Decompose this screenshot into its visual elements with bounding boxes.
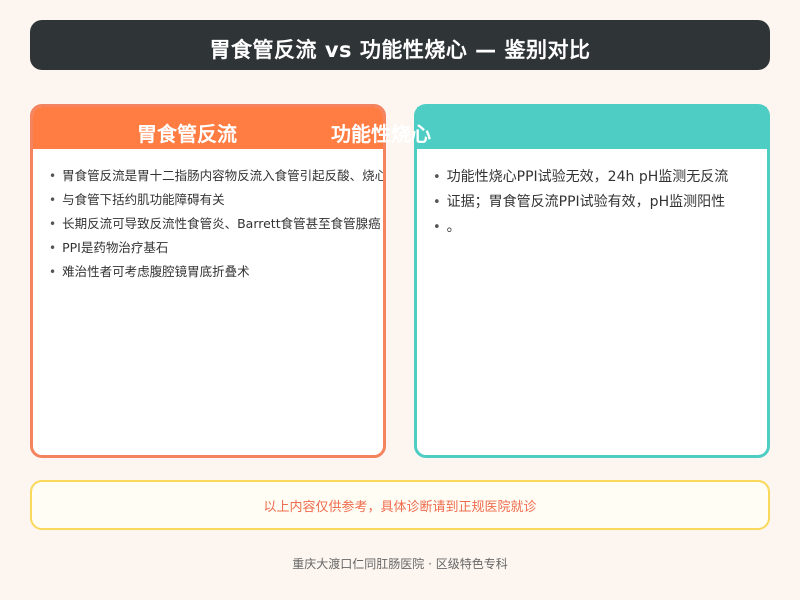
disclaimer-notice: 以上内容仅供参考，具体诊断请到正规医院就诊 bbox=[30, 480, 770, 530]
bullet-icon: • bbox=[49, 241, 57, 255]
functional-heartburn-card: 功能性烧心 • 功能性烧心PPI试验无效，24h pH监测无反流 • 证据；胃食管反… bbox=[331, 104, 773, 458]
gerd-list-item: • 胃食管反流是胃十二指肠内容物反流入食管引起反酸、烧心 bbox=[49, 164, 386, 188]
functional-heartburn-list: • 功能性烧心PPI试验无效，24h pH监测无反流 • 证据；胃食管反流PPI试验… bbox=[417, 149, 773, 240]
bullet-icon: • bbox=[49, 265, 57, 279]
footer-text: 重庆大渡口仁同肛肠医院 · 区级特色专科 bbox=[292, 557, 508, 571]
gerd-item-text: PPI是药物治疗基石 bbox=[62, 240, 169, 255]
functional-heartburn-item-text: 功能性烧心PPI试验无效，24h pH监测无反流 bbox=[446, 169, 729, 185]
bullet-icon: • bbox=[433, 195, 441, 210]
gerd-list-item: • 长期反流可导致反流性食管炎、Barrett食管甚至食管腺癌 bbox=[49, 212, 383, 236]
gerd-item-text: 难治性者可考虑腹腔镜胃底折叠术 bbox=[62, 264, 250, 279]
gerd-item-text: 与食管下括约肌功能障碍有关 bbox=[62, 192, 225, 207]
bullet-icon: • bbox=[49, 169, 57, 183]
bullet-icon: • bbox=[433, 170, 441, 185]
title-banner: 胃食管反流 vs 功能性烧心 — 鉴别对比 bbox=[30, 20, 770, 70]
gerd-item-text: 胃食管反流是胃十二指肠内容物反流入食管引起反酸、烧心 bbox=[62, 168, 386, 183]
gerd-list: • 胃食管反流是胃十二指肠内容物反流入食管引起反酸、烧心 • 与食管下括约肌功能障碍… bbox=[33, 149, 386, 284]
bullet-icon: • bbox=[433, 220, 441, 235]
gerd-card: 胃食管反流 • 胃食管反流是胃十二指肠内容物反流入食管引起反酸、烧心 • 与食管下括… bbox=[30, 104, 386, 458]
functional-heartburn-list-item: • 证据；胃食管反流PPI试验有效，pH监测阳性 bbox=[433, 190, 773, 215]
functional-heartburn-card-header: 功能性烧心 bbox=[331, 107, 767, 149]
gerd-list-item: • 与食管下括约肌功能障碍有关 bbox=[49, 188, 383, 212]
gerd-item-text: 长期反流可导致反流性食管炎、Barrett食管甚至食管腺癌 bbox=[62, 216, 381, 231]
functional-heartburn-item-text: 。 bbox=[446, 219, 461, 235]
functional-heartburn-item-text: 证据；胃食管反流PPI试验有效，pH监测阳性 bbox=[446, 194, 726, 210]
gerd-list-item: • 难治性者可考虑腹腔镜胃底折叠术 bbox=[49, 260, 383, 284]
page-title: 胃食管反流 vs 功能性烧心 — 鉴别对比 bbox=[209, 38, 591, 62]
bullet-icon: • bbox=[49, 193, 57, 207]
gerd-card-title: 胃食管反流 bbox=[137, 122, 237, 146]
gerd-list-item: • PPI是药物治疗基石 bbox=[49, 236, 383, 260]
functional-heartburn-list-item: •。 bbox=[433, 215, 773, 240]
bullet-icon: • bbox=[49, 217, 57, 231]
functional-heartburn-list-item: • 功能性烧心PPI试验无效，24h pH监测无反流 bbox=[433, 165, 773, 190]
functional-heartburn-card-title: 功能性烧心 bbox=[331, 122, 431, 146]
